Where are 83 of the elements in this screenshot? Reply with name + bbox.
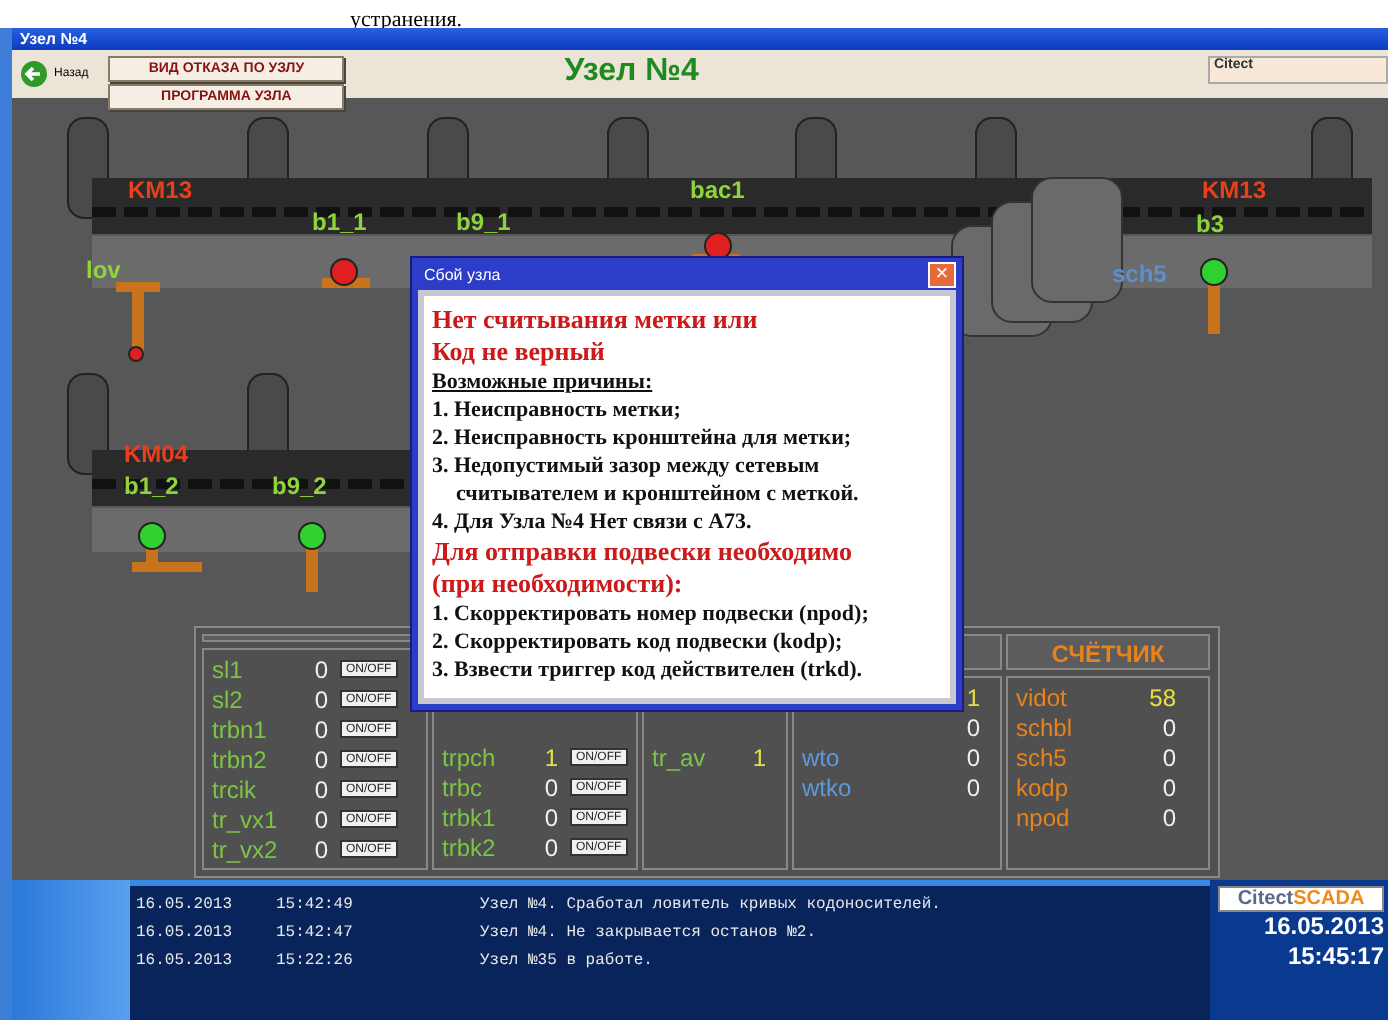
- signal-value: 0: [312, 745, 328, 773]
- dialog-text: 2. Неисправность кронштейна для метки;: [432, 424, 854, 452]
- signal-value: 58: [1147, 683, 1176, 711]
- dialog-text: (при необходимости):: [432, 568, 685, 600]
- alarm-time: 15:42:49: [276, 895, 355, 913]
- current-time: 15:45:17: [1287, 942, 1384, 972]
- alarm-side-strip: [12, 880, 130, 1020]
- dialog-text: 3. Недопустимый зазор между сетевым: [432, 452, 822, 480]
- signal-value: 0: [964, 773, 980, 801]
- dialog-text: считывателем и кронштейном с меткой.: [454, 480, 861, 508]
- dialog-title: Сбой узла: [424, 265, 501, 283]
- signal-name: tr_av: [652, 743, 708, 771]
- equipment-label: b9_1: [456, 210, 511, 236]
- equipment-label: b1_1: [312, 210, 367, 236]
- signal-value: 0: [542, 803, 558, 831]
- dialog-text: Нет считывания метки или: [432, 304, 760, 336]
- signal-name: tr_vx2: [212, 835, 280, 863]
- signal-name: wto: [802, 743, 842, 771]
- signal-value: 0: [312, 655, 328, 683]
- signal-name: sl2: [212, 685, 245, 713]
- equipment-label: bac1: [690, 178, 745, 204]
- dialog-text: 3. Взвести триггер код действителен (trkd).: [432, 656, 864, 684]
- signal-value: 0: [312, 685, 328, 713]
- equipment-label: lov: [86, 258, 121, 284]
- signal-name: trcik: [212, 775, 258, 803]
- signal-value: 0: [312, 775, 328, 803]
- window-title: Узел №4: [20, 30, 88, 48]
- signal-value: 0: [312, 805, 328, 833]
- signal-name: schbl: [1016, 713, 1075, 741]
- equipment-label: KM04: [124, 442, 189, 468]
- back-arrow-icon: [20, 60, 48, 88]
- signal-value: 0: [1160, 773, 1176, 801]
- alarm-date: 16.05.2013: [134, 923, 235, 941]
- signal-name: trbk1: [442, 803, 498, 831]
- signal-name: trbn1: [212, 715, 269, 743]
- dialog-text: Возможные причины:: [432, 368, 655, 396]
- signal-name: npod: [1016, 803, 1072, 831]
- citect-logo: CitectSCADA: [1218, 886, 1384, 912]
- alarm-message: Узел №4. Сработал ловитель кривых кодоносителей.: [480, 895, 941, 913]
- signal-value: 0: [1160, 743, 1176, 771]
- alarm-message: Узел №35 в работе.: [480, 951, 653, 969]
- equipment-label: sch5: [1112, 262, 1167, 288]
- alarm-time: 15:22:26: [276, 951, 355, 969]
- dialog-text: 1. Скорректировать номер подвески (npod);: [432, 600, 871, 628]
- signal-name: wtko: [802, 773, 854, 801]
- dialog-text: 4. Для Узла №4 Нет связи с А73.: [432, 508, 754, 536]
- signal-name: trbn2: [212, 745, 269, 773]
- signal-value: 0: [1160, 803, 1176, 831]
- signal-name: tr_vx1: [212, 805, 280, 833]
- alarm-time: 15:42:47: [276, 923, 355, 941]
- signal-value: 0: [964, 713, 980, 741]
- current-date: 16.05.2013: [1263, 912, 1384, 942]
- alarm-date: 16.05.2013: [134, 895, 235, 913]
- equipment-label: b9_2: [272, 474, 327, 500]
- equipment-label: b1_2: [124, 474, 179, 500]
- signal-name: kodp: [1016, 773, 1071, 801]
- signal-value: 0: [542, 773, 558, 801]
- signal-name: sch5: [1016, 743, 1069, 771]
- equipment-label: b3: [1196, 212, 1225, 238]
- signal-name: vidot: [1016, 683, 1069, 711]
- equipment-label: KM13: [128, 178, 193, 204]
- signal-value: 0: [1160, 713, 1176, 741]
- alarm-message: Узел №4. Не закрывается останов №2.: [480, 923, 817, 941]
- dialog-text: 1. Неисправность метки;: [432, 396, 683, 424]
- signal-name: sl1: [212, 655, 245, 683]
- signal-value: 1: [542, 743, 558, 771]
- signal-value: 0: [542, 833, 558, 861]
- equipment-label: KM13: [1202, 178, 1267, 204]
- signal-value: 0: [312, 835, 328, 863]
- signal-value: 1: [750, 743, 766, 771]
- screen-heading: Узел №4: [564, 54, 699, 90]
- signal-name: trpch: [442, 743, 498, 771]
- dialog-text: Для отправки подвески необходимо: [432, 536, 854, 568]
- document-text: устранения.: [350, 6, 463, 34]
- signal-value: 0: [312, 715, 328, 743]
- dialog-text: Код не верный: [432, 336, 607, 368]
- alarm-date: 16.05.2013: [134, 951, 235, 969]
- dialog-text: 2. Скорректировать код подвески (kodp);: [432, 628, 845, 656]
- signal-name: trbk2: [442, 833, 498, 861]
- signal-value: 0: [964, 743, 980, 771]
- signal-value: 1: [964, 683, 980, 711]
- signal-name: trbc: [442, 773, 485, 801]
- panel-header: СЧЁТЧИК: [1006, 634, 1210, 670]
